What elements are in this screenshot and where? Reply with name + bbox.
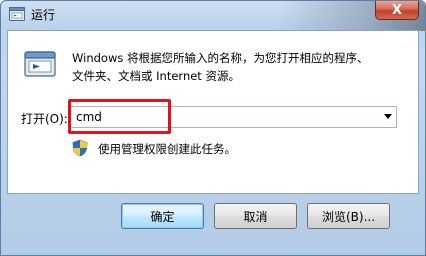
ok-button[interactable]: 确定 bbox=[121, 203, 204, 229]
run-dialog: 运行 X Windows 将根据您所输入的名称，为您打开相应的程序、 文件夹、文… bbox=[0, 0, 426, 256]
uac-shield-icon bbox=[72, 139, 88, 157]
window-title: 运行 bbox=[31, 8, 56, 22]
admin-note: 使用管理权限创建此任务。 bbox=[98, 142, 236, 156]
run-icon bbox=[9, 7, 25, 21]
cancel-button[interactable]: 取消 bbox=[214, 203, 297, 229]
open-input[interactable]: cmd bbox=[76, 110, 102, 124]
chevron-down-icon[interactable] bbox=[384, 114, 392, 119]
close-icon: X bbox=[391, 2, 403, 18]
dialog-body: Windows 将根据您所输入的名称，为您打开相应的程序、 文件夹、文档或 In… bbox=[7, 30, 419, 194]
open-combobox[interactable]: cmd bbox=[70, 106, 397, 128]
run-icon bbox=[24, 51, 56, 77]
description: Windows 将根据您所输入的名称，为您打开相应的程序、 文件夹、文档或 In… bbox=[72, 49, 392, 85]
browse-button[interactable]: 浏览(B)... bbox=[307, 203, 390, 229]
close-button[interactable]: X bbox=[375, 1, 419, 20]
description-line-1: Windows 将根据您所输入的名称，为您打开相应的程序、 bbox=[72, 51, 369, 65]
title-bar[interactable]: 运行 X bbox=[1, 1, 425, 29]
description-line-2: 文件夹、文档或 Internet 资源。 bbox=[72, 69, 240, 83]
open-label: 打开(O): bbox=[21, 112, 68, 126]
